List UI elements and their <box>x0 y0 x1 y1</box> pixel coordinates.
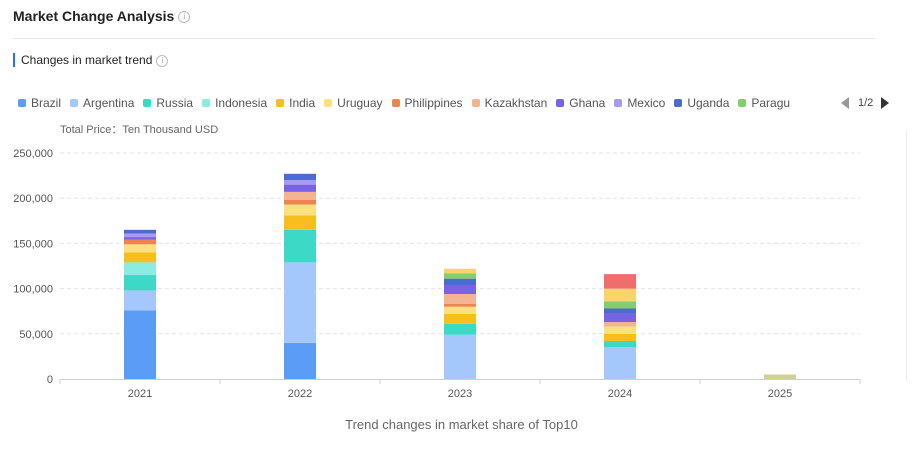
bar-segment <box>444 284 476 295</box>
bar-segment <box>444 334 476 379</box>
x-tick-label: 2025 <box>768 388 792 400</box>
bar-segment <box>444 278 476 285</box>
bar-segment <box>444 313 476 324</box>
bar-segment <box>604 326 636 334</box>
bar-segment <box>444 294 476 304</box>
chart-title: Trend changes in market share of Top10 <box>345 417 578 432</box>
bar-segment <box>444 303 476 307</box>
bar-segment <box>124 262 156 276</box>
bar-segment <box>444 273 476 279</box>
bar-segment <box>124 229 156 234</box>
bar-segment <box>284 184 316 192</box>
bar-segment <box>284 204 316 216</box>
bar-segment <box>604 347 636 379</box>
bar-segment <box>284 200 316 205</box>
bar-segment <box>124 310 156 379</box>
bar-segment <box>284 180 316 185</box>
bar-segment <box>604 322 636 327</box>
bar-segment <box>124 237 156 240</box>
bar-segment <box>604 333 636 342</box>
bar-segment <box>444 306 476 314</box>
bar-segment <box>604 301 636 309</box>
bar-segment <box>124 290 156 311</box>
bar-segment <box>444 268 476 274</box>
bar-segment <box>124 244 156 253</box>
bar-segment <box>124 233 156 238</box>
bar-segment <box>604 341 636 348</box>
bar-segment <box>124 252 156 263</box>
bar-segment <box>604 308 636 314</box>
x-tick-label: 2022 <box>288 388 312 400</box>
bar-segment <box>124 275 156 291</box>
bar-segment <box>604 288 636 302</box>
bar-segment <box>284 215 316 230</box>
y-tick-label: 250,000 <box>13 148 53 160</box>
bar-segment <box>764 374 796 379</box>
bar-segment <box>444 323 476 335</box>
stacked-bar-chart: 0 50,000 100,000 150,000 200,000 250,000 2021 2… <box>13 148 861 400</box>
bar-segment <box>284 262 316 343</box>
bar-segment <box>604 274 636 289</box>
y-tick-label: 50,000 <box>19 329 53 341</box>
bar-segment <box>124 239 156 245</box>
y-tick-label: 200,000 <box>13 193 53 205</box>
bar-segment <box>284 191 316 201</box>
bar-segment <box>284 342 316 379</box>
x-tick-label: 2024 <box>608 388 632 400</box>
y-tick-label: 0 <box>47 374 53 386</box>
x-tick-label: 2021 <box>128 388 152 400</box>
x-tick-label: 2023 <box>448 388 472 400</box>
bar-segment <box>604 313 636 323</box>
bar-segment <box>284 229 316 263</box>
y-tick-label: 100,000 <box>13 284 53 296</box>
y-tick-label: 150,000 <box>13 238 53 250</box>
bar-segment <box>284 173 316 181</box>
